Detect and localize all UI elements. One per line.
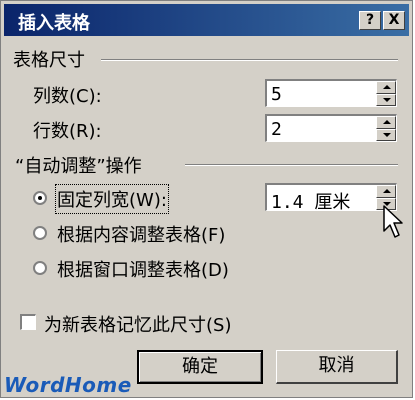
ok-button[interactable]: 确定 [137,350,263,384]
close-icon: X [388,12,400,28]
size-group-title: 表格尺寸 [13,50,85,71]
remember-size-label[interactable]: 为新表格记忆此尺寸(S) [44,311,231,337]
help-button[interactable]: ? [359,11,381,30]
wordhome-watermark: WordHome [4,373,132,397]
size-group-divider [101,59,398,61]
help-icon: ? [365,12,375,28]
autofit-window-label[interactable]: 根据窗口调整表格(D) [57,256,229,282]
rows-label: 行数(R): [33,121,102,142]
rows-spinner[interactable]: 2 [265,114,397,142]
rows-spin-up-icon[interactable] [376,116,396,129]
width-spin-up-icon[interactable] [376,185,396,198]
autofit-group-title: “自动调整”操作 [15,156,142,177]
title-bar[interactable]: 插入表格 ? X [4,4,409,36]
remember-size-checkbox[interactable] [20,314,36,330]
columns-spinner[interactable]: 5 [265,79,397,107]
column-width-spinner[interactable]: 1.4 厘米 [265,183,397,213]
autofit-window-radio[interactable] [33,261,47,275]
columns-spin-down-icon[interactable] [376,93,396,106]
fixed-width-label[interactable]: 固定列宽(W): [55,184,169,214]
rows-value: 2 [271,119,282,140]
column-width-value: 1.4 厘米 [271,192,351,213]
columns-label: 列数(C): [33,86,102,107]
autofit-content-radio[interactable] [33,226,47,240]
dialog-title: 插入表格 [18,13,90,34]
insert-table-dialog: 插入表格 ? X 表格尺寸 列数(C): 5 行数(R): 2 “自动调整”操作… [0,0,413,398]
rows-spin-arrows [376,116,396,141]
columns-value: 5 [271,84,282,105]
mouse-cursor-icon [383,205,403,238]
rows-spin-down-icon[interactable] [376,128,396,141]
fixed-width-radio[interactable] [33,191,47,205]
columns-spin-arrows [376,81,396,106]
autofit-group-divider [185,164,398,166]
close-button[interactable]: X [383,11,405,30]
autofit-content-label[interactable]: 根据内容调整表格(F) [57,221,225,247]
cancel-button[interactable]: 取消 [276,350,398,384]
columns-spin-up-icon[interactable] [376,81,396,94]
